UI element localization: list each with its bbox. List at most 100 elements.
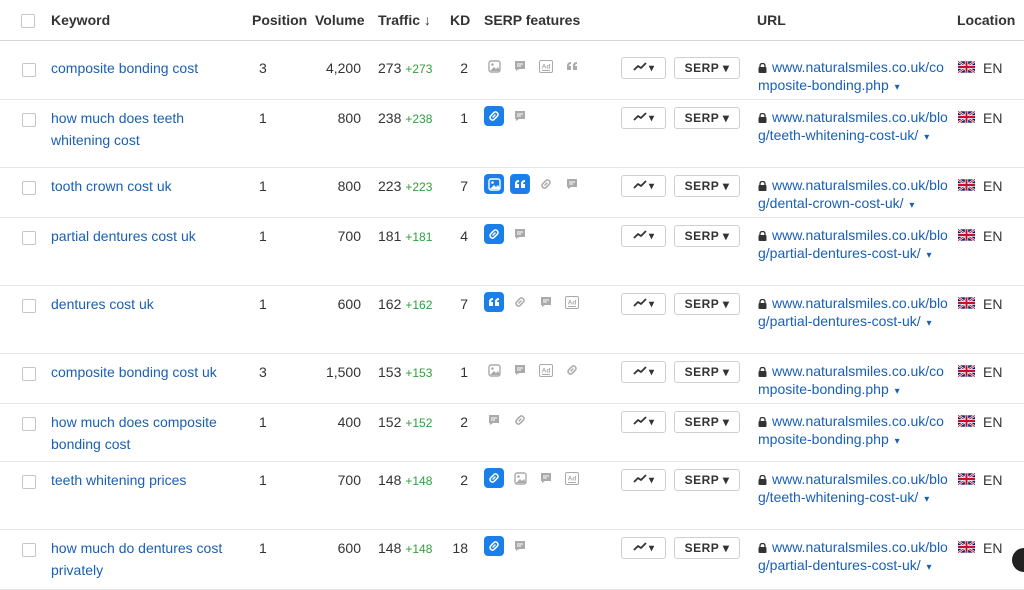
keyword-link[interactable]: how much does composite bonding cost	[51, 411, 236, 455]
url-cell[interactable]: www.naturalsmiles.co.uk/blog/partial-den…	[758, 538, 948, 577]
snippet-serp-feature-icon[interactable]	[510, 224, 530, 244]
row-checkbox[interactable]	[22, 367, 36, 381]
link-serp-feature-icon[interactable]	[510, 292, 530, 312]
chevron-down-icon[interactable]: ▾	[927, 250, 932, 261]
snippet-serp-feature-icon[interactable]	[510, 360, 530, 380]
chevron-down-icon[interactable]: ▾	[927, 562, 932, 573]
url-cell[interactable]: www.naturalsmiles.co.uk/blog/teeth-white…	[758, 470, 948, 509]
link-serp-feature-icon[interactable]	[484, 224, 504, 244]
chevron-down-icon[interactable]: ▾	[895, 82, 900, 93]
ad-serp-feature-icon[interactable]: Ad	[536, 56, 556, 76]
url-cell[interactable]: www.naturalsmiles.co.uk/composite-bondin…	[758, 58, 948, 97]
trend-dropdown-button[interactable]: ▾	[621, 537, 666, 559]
header-position[interactable]: Position	[252, 12, 307, 28]
keyword-link[interactable]: dentures cost uk	[51, 293, 236, 315]
trend-dropdown-button[interactable]: ▾	[621, 411, 666, 433]
link-serp-feature-icon[interactable]	[562, 360, 582, 380]
keyword-link[interactable]: composite bonding cost	[51, 57, 236, 79]
ad-serp-feature-icon[interactable]: Ad	[536, 360, 556, 380]
keyword-link[interactable]: how much do dentures cost privately	[51, 537, 236, 581]
chevron-down-icon[interactable]: ▾	[909, 200, 914, 211]
header-volume[interactable]: Volume	[315, 12, 365, 28]
serp-dropdown-button[interactable]: SERP ▾	[674, 469, 740, 491]
header-url[interactable]: URL	[757, 12, 786, 28]
serp-dropdown-button[interactable]: SERP ▾	[674, 293, 740, 315]
link-serp-feature-icon[interactable]	[484, 468, 504, 488]
url-link[interactable]: www.naturalsmiles.co.uk/blog/partial-den…	[758, 539, 948, 573]
chevron-down-icon[interactable]: ▾	[927, 318, 932, 329]
chevron-down-icon[interactable]: ▾	[895, 436, 900, 447]
image-serp-feature-icon[interactable]	[484, 174, 504, 194]
serp-dropdown-button[interactable]: SERP ▾	[674, 361, 740, 383]
url-link[interactable]: www.naturalsmiles.co.uk/blog/partial-den…	[758, 295, 948, 329]
url-link[interactable]: www.naturalsmiles.co.uk/composite-bondin…	[758, 413, 944, 447]
serp-dropdown-button[interactable]: SERP ▾	[674, 225, 740, 247]
keyword-link[interactable]: partial dentures cost uk	[51, 225, 236, 247]
trend-dropdown-button[interactable]: ▾	[621, 57, 666, 79]
header-traffic[interactable]: Traffic ↓	[378, 12, 431, 28]
url-cell[interactable]: www.naturalsmiles.co.uk/blog/dental-crow…	[758, 176, 948, 215]
quote-serp-feature-icon[interactable]	[510, 174, 530, 194]
url-link[interactable]: www.naturalsmiles.co.uk/composite-bondin…	[758, 59, 944, 93]
trend-dropdown-button[interactable]: ▾	[621, 469, 666, 491]
link-serp-feature-icon[interactable]	[484, 536, 504, 556]
quote-serp-feature-icon[interactable]	[562, 56, 582, 76]
url-link[interactable]: www.naturalsmiles.co.uk/blog/teeth-white…	[758, 471, 948, 505]
image-serp-feature-icon[interactable]	[484, 56, 504, 76]
select-all-checkbox[interactable]	[21, 14, 35, 28]
trend-dropdown-button[interactable]: ▾	[621, 361, 666, 383]
row-checkbox[interactable]	[22, 543, 36, 557]
snippet-serp-feature-icon[interactable]	[510, 106, 530, 126]
image-serp-feature-icon[interactable]	[510, 468, 530, 488]
snippet-serp-feature-icon[interactable]	[510, 536, 530, 556]
chevron-down-icon[interactable]: ▾	[924, 494, 929, 505]
url-link[interactable]: www.naturalsmiles.co.uk/composite-bondin…	[758, 363, 944, 397]
link-serp-feature-icon[interactable]	[536, 174, 556, 194]
snippet-serp-feature-icon[interactable]	[536, 292, 556, 312]
serp-dropdown-button[interactable]: SERP ▾	[674, 107, 740, 129]
url-cell[interactable]: www.naturalsmiles.co.uk/blog/teeth-white…	[758, 108, 948, 147]
row-checkbox[interactable]	[22, 475, 36, 489]
keyword-link[interactable]: composite bonding cost uk	[51, 361, 236, 383]
header-location[interactable]: Location	[957, 12, 1015, 28]
keyword-link[interactable]: teeth whitening prices	[51, 469, 236, 491]
snippet-serp-feature-icon[interactable]	[536, 468, 556, 488]
chevron-down-icon[interactable]: ▾	[924, 132, 929, 143]
trend-dropdown-button[interactable]: ▾	[621, 107, 666, 129]
url-link[interactable]: www.naturalsmiles.co.uk/blog/teeth-white…	[758, 109, 948, 143]
snippet-serp-feature-icon[interactable]	[562, 174, 582, 194]
row-checkbox[interactable]	[22, 63, 36, 77]
url-cell[interactable]: www.naturalsmiles.co.uk/composite-bondin…	[758, 362, 948, 401]
row-checkbox[interactable]	[22, 113, 36, 127]
snippet-serp-feature-icon[interactable]	[510, 56, 530, 76]
url-cell[interactable]: www.naturalsmiles.co.uk/blog/partial-den…	[758, 294, 948, 333]
serp-dropdown-button[interactable]: SERP ▾	[674, 175, 740, 197]
lock-icon	[758, 231, 767, 241]
image-serp-feature-icon[interactable]	[484, 360, 504, 380]
trend-dropdown-button[interactable]: ▾	[621, 175, 666, 197]
url-cell[interactable]: www.naturalsmiles.co.uk/blog/partial-den…	[758, 226, 948, 265]
url-cell[interactable]: www.naturalsmiles.co.uk/composite-bondin…	[758, 412, 948, 451]
ad-serp-feature-icon[interactable]: Ad	[562, 292, 582, 312]
keyword-link[interactable]: tooth crown cost uk	[51, 175, 236, 197]
link-serp-feature-icon[interactable]	[484, 106, 504, 126]
serp-dropdown-button[interactable]: SERP ▾	[674, 537, 740, 559]
row-checkbox[interactable]	[22, 417, 36, 431]
serp-dropdown-button[interactable]: SERP ▾	[674, 411, 740, 433]
url-link[interactable]: www.naturalsmiles.co.uk/blog/dental-crow…	[758, 177, 948, 211]
snippet-serp-feature-icon[interactable]	[484, 410, 504, 430]
keyword-link[interactable]: how much does teeth whitening cost	[51, 107, 236, 151]
link-serp-feature-icon[interactable]	[510, 410, 530, 430]
row-checkbox[interactable]	[22, 231, 36, 245]
header-keyword[interactable]: Keyword	[51, 12, 110, 28]
header-kd[interactable]: KD	[450, 12, 470, 28]
row-checkbox[interactable]	[22, 181, 36, 195]
ad-serp-feature-icon[interactable]: Ad	[562, 468, 582, 488]
serp-dropdown-button[interactable]: SERP ▾	[674, 57, 740, 79]
trend-dropdown-button[interactable]: ▾	[621, 293, 666, 315]
trend-dropdown-button[interactable]: ▾	[621, 225, 666, 247]
chevron-down-icon[interactable]: ▾	[895, 386, 900, 397]
row-checkbox[interactable]	[22, 299, 36, 313]
url-link[interactable]: www.naturalsmiles.co.uk/blog/partial-den…	[758, 227, 948, 261]
quote-serp-feature-icon[interactable]	[484, 292, 504, 312]
